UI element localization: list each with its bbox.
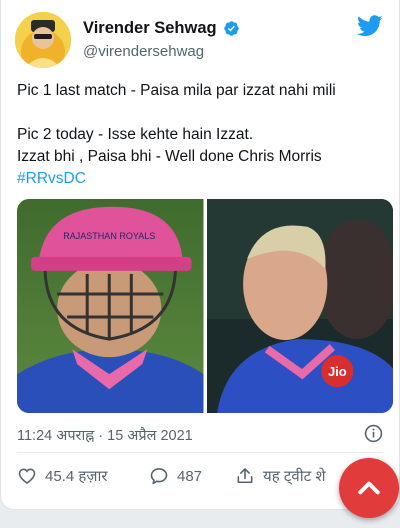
verified-badge-icon <box>223 21 239 36</box>
photo-2[interactable]: Jio <box>206 199 393 413</box>
share-icon <box>237 468 253 484</box>
share-label: यह ट्वीट शे <box>263 468 326 485</box>
info-icon[interactable] <box>364 424 383 443</box>
user-handle[interactable]: @virendersehwag <box>83 43 204 60</box>
like-button[interactable]: 45.4 हज़ार <box>17 466 107 486</box>
tweet-line-2: Pic 2 today - Isse kehte hain Izzat. <box>17 126 254 143</box>
scroll-to-top-button[interactable] <box>339 458 399 518</box>
twitter-bird-icon[interactable] <box>357 15 383 37</box>
divider <box>17 452 383 453</box>
user-name[interactable]: Virender Sehwag <box>83 19 217 38</box>
comment-icon <box>150 468 168 485</box>
photo-1[interactable]: RAJASTHAN ROYALS <box>17 199 204 413</box>
tweet-card: Virender Sehwag @virendersehwag Pic 1 la… <box>0 0 400 510</box>
like-count: 45.4 हज़ार <box>45 468 108 485</box>
tweet-line-1: Pic 1 last match - Paisa mila par izzat … <box>17 82 336 99</box>
photo-2-image: Jio <box>206 199 393 413</box>
helmet-logo-text: RAJASTHAN ROYALS <box>63 231 155 241</box>
avatar-image <box>15 12 71 68</box>
tweet-line-3: Izzat bhi , Paisa bhi - Well done Chris … <box>17 148 322 165</box>
hashtag-link[interactable]: #RRvsDC <box>17 168 389 190</box>
name-row: Virender Sehwag <box>83 19 240 38</box>
avatar[interactable] <box>15 12 71 68</box>
tweet-timestamp[interactable]: 11:24 अपराह्न · 15 अप्रैल 2021 <box>17 425 193 445</box>
tweet-media: RAJASTHAN ROYALS Jio <box>17 199 393 413</box>
comment-count: 487 <box>177 467 203 485</box>
photo-1-image: RAJASTHAN ROYALS <box>17 199 204 413</box>
heart-icon <box>18 468 36 485</box>
tweet-actions: 45.4 हज़ार 487 यह ट्वीट शे <box>17 466 383 494</box>
chevron-up-icon <box>358 481 380 495</box>
reply-button[interactable]: 487 <box>149 466 202 486</box>
jersey-sponsor-text: Jio <box>327 364 346 379</box>
tweet-text: Pic 1 last match - Paisa mila par izzat … <box>17 80 389 190</box>
tweet-line-break <box>17 102 389 124</box>
share-button[interactable]: यह ट्वीट शे <box>235 466 326 486</box>
